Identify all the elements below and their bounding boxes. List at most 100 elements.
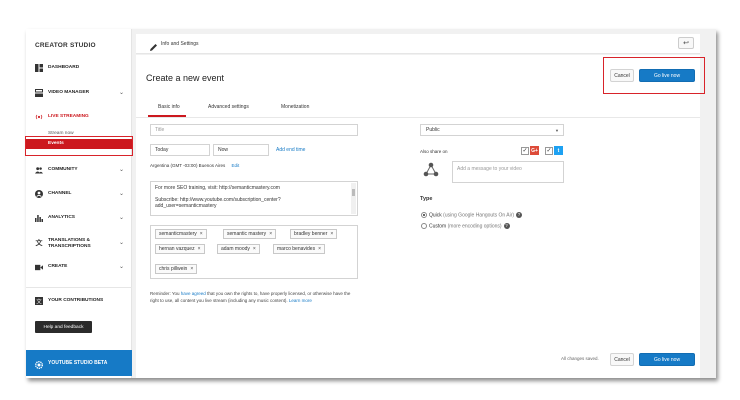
remove-tag-icon[interactable]: × (318, 246, 321, 252)
privacy-select[interactable]: Public ▼ (420, 124, 564, 136)
sidebar-item-your-contributions[interactable]: 文 YOUR CONTRIBUTIONS (26, 293, 132, 309)
tag-chip[interactable]: bradley benner × (290, 229, 338, 239)
sidebar-item-label: COMMUNITY (48, 167, 78, 173)
video-manager-icon (35, 89, 43, 97)
description-scrollbar[interactable] (351, 183, 356, 214)
type-label: Type (420, 196, 433, 202)
sidebar-item-video-manager[interactable]: VIDEO MANAGER ⌄ (26, 85, 132, 101)
video-camera-icon (35, 263, 43, 271)
type-quick-label[interactable]: Quick (using Google Hangouts On Air)? (429, 212, 523, 218)
rights-reminder: Reminder: You have agreed that you own t… (150, 291, 351, 303)
help-feedback-button[interactable]: Help and feedback (35, 321, 92, 333)
sidebar-item-live-streaming[interactable]: LIVE STREAMING (26, 109, 132, 125)
share-message-input[interactable]: Add a message to your video (452, 161, 564, 183)
chevron-down-icon: ⌄ (118, 264, 124, 270)
footer-cancel-button[interactable]: Cancel (610, 353, 634, 366)
tag-chip[interactable]: chris pillwein × (155, 264, 198, 274)
chevron-down-icon: ⌄ (118, 90, 124, 96)
dashboard-icon (35, 64, 43, 72)
add-end-time-link[interactable]: Add end time (276, 147, 305, 153)
help-icon[interactable]: ? (503, 223, 510, 229)
tags-input[interactable]: semanticmastery × semantic mastery × bradl… (150, 225, 358, 279)
chevron-down-icon: ⌄ (118, 191, 124, 197)
translate-box-icon: 文 (35, 297, 43, 305)
help-icon[interactable]: ? (516, 212, 523, 218)
remove-tag-icon[interactable]: × (253, 246, 256, 252)
community-icon (35, 166, 43, 174)
back-button[interactable]: ↩ (678, 37, 694, 49)
sidebar-item-label: LIVE STREAMING (48, 114, 89, 120)
sidebar-item-label: CHANNEL (48, 191, 72, 197)
twitter-checkbox[interactable]: ✓ (545, 147, 553, 155)
sidebar-item-label: TRANSLATIONS & TRANSCRIPTIONS (48, 238, 91, 249)
live-broadcast-icon (35, 113, 43, 121)
remove-tag-icon[interactable]: × (330, 231, 333, 237)
sidebar-item-translations[interactable]: 文 TRANSLATIONS & TRANSCRIPTIONS ⌄ (26, 233, 132, 253)
tag-chip[interactable]: semanticmastery × (155, 229, 207, 239)
youtube-studio-beta-button[interactable]: YOUTUBE STUDIO BETA (26, 350, 132, 376)
main-panel: Create a new event Cancel Go live now Ba… (136, 55, 700, 378)
scrollbar-thumb[interactable] (352, 189, 355, 196)
gear-icon (34, 357, 44, 375)
tab-basic-info[interactable]: Basic info (158, 104, 180, 110)
sidebar: CREATOR STUDIO DASHBOARD VIDEO MANAGER ⌄… (26, 29, 132, 378)
annotation-highlight-events (25, 136, 133, 156)
have-agreed-link[interactable]: have agreed (181, 291, 206, 296)
annotation-highlight-go-live (603, 57, 705, 94)
account-circle-icon (35, 190, 43, 198)
title-input[interactable]: Title (150, 124, 358, 136)
chevron-down-icon: ⌄ (118, 240, 124, 246)
back-arrow-icon: ↩ (683, 40, 689, 47)
time-input[interactable]: Now (213, 144, 269, 156)
sidebar-item-label: DASHBOARD (48, 65, 80, 71)
sidebar-item-label: VIDEO MANAGER (48, 90, 90, 96)
dropdown-arrow-icon: ▼ (555, 128, 559, 133)
tab-monetization[interactable]: Monetization (281, 104, 309, 110)
tab-advanced-settings[interactable]: Advanced settings (208, 104, 249, 110)
timezone-label: Argentina (GMT -03:00) Buenos Aires Edit (150, 163, 240, 168)
save-status: All changes saved. (561, 356, 599, 361)
sidebar-item-label: YOUR CONTRIBUTIONS (48, 298, 104, 304)
remove-tag-icon[interactable]: × (269, 231, 272, 237)
page-title: Create a new event (146, 73, 225, 83)
type-custom-label[interactable]: Custom (more encoding options)? (429, 223, 510, 229)
share-network-icon (423, 162, 439, 183)
type-quick-radio[interactable] (421, 212, 427, 218)
sidebar-item-dashboard[interactable]: DASHBOARD (26, 60, 132, 76)
bar-chart-icon (35, 214, 43, 222)
tag-chip[interactable]: semantic mastery × (223, 229, 277, 239)
tag-chip[interactable]: marco benavides × (273, 244, 325, 254)
sidebar-item-community[interactable]: COMMUNITY ⌄ (26, 162, 132, 178)
google-plus-checkbox[interactable]: ✓ (521, 147, 529, 155)
type-custom-radio[interactable] (421, 223, 427, 229)
remove-tag-icon[interactable]: × (190, 266, 193, 272)
tag-chip[interactable]: adam moody × (217, 244, 260, 254)
brand-title: CREATOR STUDIO (35, 42, 96, 49)
sidebar-item-label: CREATE (48, 264, 68, 270)
footer-go-live-button[interactable]: Go live now (639, 353, 695, 366)
translate-icon: 文 (35, 240, 43, 247)
tag-chip[interactable]: hernan vazquez × (155, 244, 205, 254)
sidebar-item-label: ANALYTICS (48, 215, 76, 221)
beta-label: YOUTUBE STUDIO BETA (48, 360, 108, 366)
sidebar-item-analytics[interactable]: ANALYTICS ⌄ (26, 210, 132, 226)
top-bar: Info and Settings ↩ (136, 34, 700, 54)
svg-text:文: 文 (36, 297, 42, 305)
sidebar-item-create[interactable]: CREATE ⌄ (26, 259, 132, 275)
app-window: CREATOR STUDIO DASHBOARD VIDEO MANAGER ⌄… (25, 29, 716, 378)
learn-more-link[interactable]: Learn more (289, 298, 312, 303)
remove-tag-icon[interactable]: × (200, 231, 203, 237)
divider (26, 287, 132, 288)
tabs-divider (136, 117, 700, 118)
twitter-icon: t (554, 146, 563, 155)
google-plus-icon: G+ (530, 146, 539, 155)
description-textarea[interactable]: For more SEO training, visit: http://sem… (150, 181, 358, 216)
date-input[interactable]: Today (150, 144, 210, 156)
edit-timezone-link[interactable]: Edit (231, 163, 239, 168)
chevron-down-icon: ⌄ (118, 215, 124, 221)
chevron-down-icon: ⌄ (118, 167, 124, 173)
sidebar-item-channel[interactable]: CHANNEL ⌄ (26, 186, 132, 202)
remove-tag-icon[interactable]: × (198, 246, 201, 252)
also-share-label: Also share on (420, 149, 448, 154)
page-subtitle: Info and Settings (161, 41, 199, 47)
